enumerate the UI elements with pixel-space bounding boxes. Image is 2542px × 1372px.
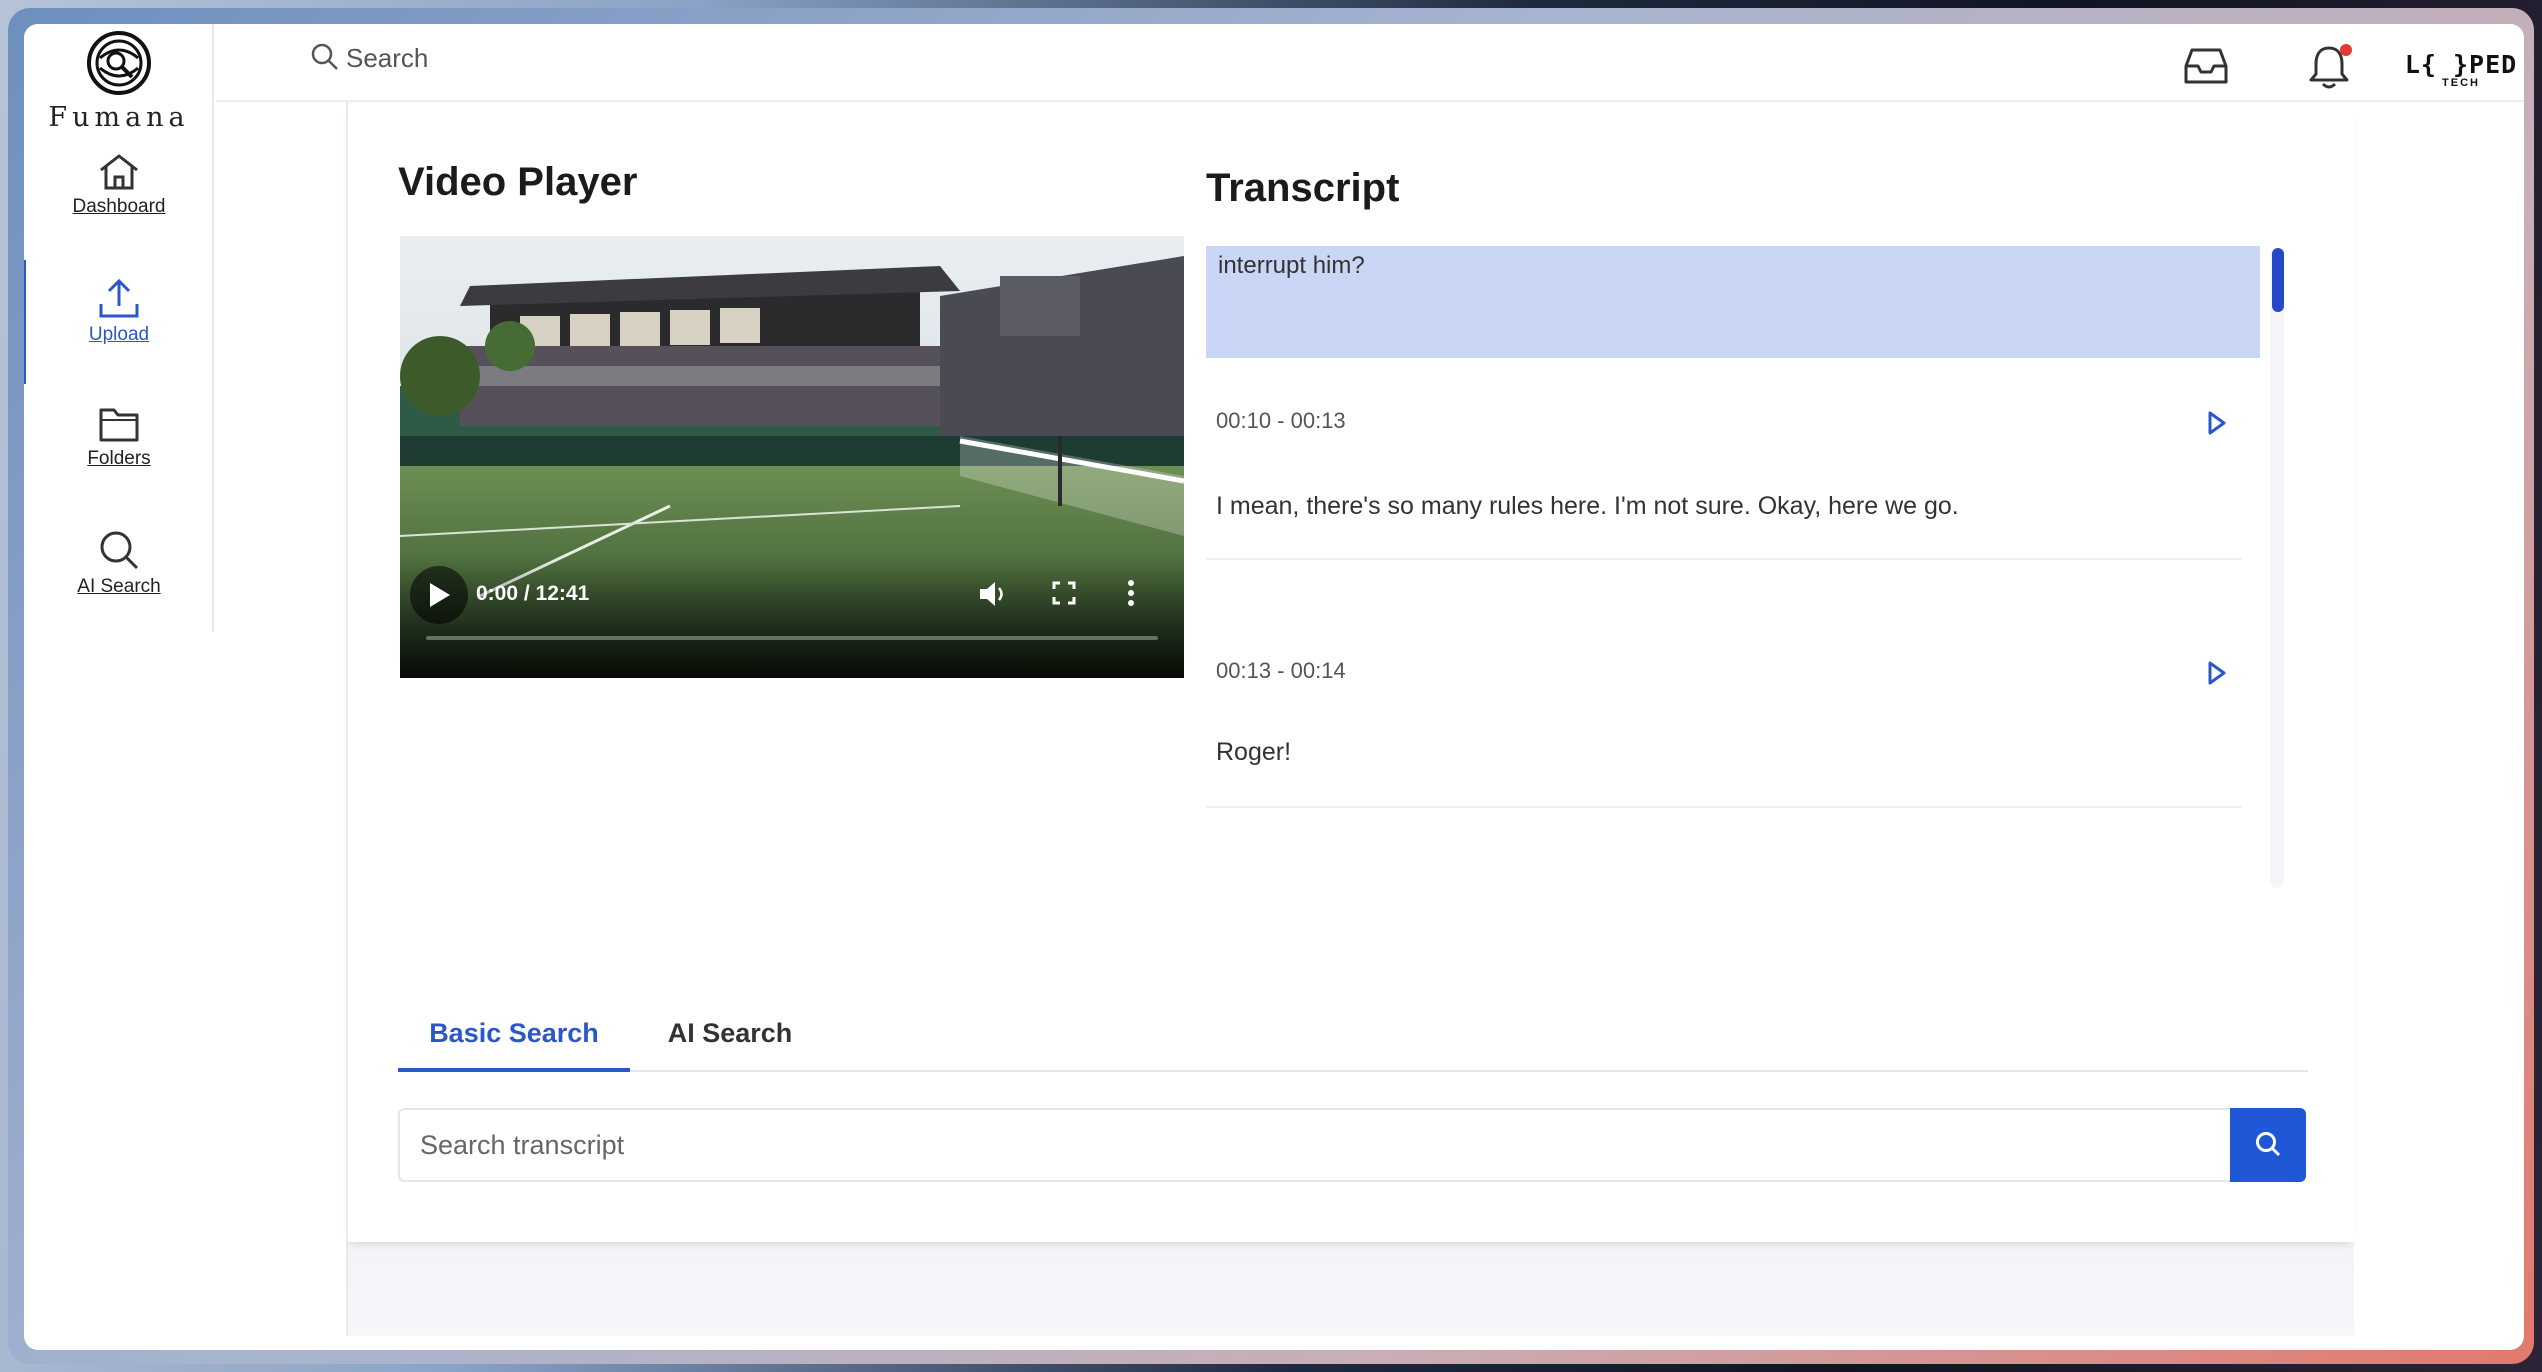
sidebar-item-upload[interactable]: Upload xyxy=(24,260,214,384)
transcript-list[interactable]: interrupt him? 00:10 - 00:13 I mean, the… xyxy=(1206,236,2306,974)
video-time: 0:00 / 12:41 xyxy=(476,582,590,605)
video-player-title: Video Player xyxy=(398,160,638,204)
upload-icon xyxy=(99,278,139,318)
transcript-search-input[interactable] xyxy=(398,1108,2230,1182)
notification-badge xyxy=(2340,44,2352,56)
fumana-logo-icon xyxy=(87,31,151,95)
top-bar: L{ }PED TECH xyxy=(216,24,2524,102)
play-segment-icon[interactable] xyxy=(2206,410,2228,436)
logo-text: Fumana xyxy=(48,102,190,133)
play-button[interactable] xyxy=(410,566,468,624)
brand-logo: L{ }PED TECH xyxy=(2386,50,2524,89)
transcript-scroll-track[interactable] xyxy=(2270,248,2284,888)
transcript-segment-text: I mean, there's so many rules here. I'm … xyxy=(1216,492,1959,520)
sidebar: Fumana Dashboard Upload Folders AI Searc… xyxy=(24,24,214,632)
fullscreen-icon[interactable] xyxy=(1052,581,1076,605)
sidebar-item-ai-search[interactable]: AI Search xyxy=(24,528,214,598)
transcript-segment-time: 00:13 - 00:14 xyxy=(1216,658,1346,683)
search-icon xyxy=(2256,1132,2281,1157)
app-window: Fumana Dashboard Upload Folders AI Searc… xyxy=(24,24,2524,1350)
global-search-input[interactable] xyxy=(346,38,846,78)
transcript-segment-text: Roger! xyxy=(1216,738,1292,766)
play-segment-icon[interactable] xyxy=(2206,660,2228,686)
tab-ai-search[interactable]: AI Search xyxy=(630,1012,830,1072)
app-logo[interactable]: Fumana xyxy=(24,30,214,133)
brand-name: L{ }PED xyxy=(2404,50,2518,79)
play-icon xyxy=(430,583,450,607)
sidebar-item-label: AI Search xyxy=(77,576,161,597)
more-options-icon[interactable] xyxy=(1126,578,1136,608)
sidebar-item-label: Dashboard xyxy=(72,196,166,217)
sidebar-item-dashboard[interactable]: Dashboard xyxy=(24,152,214,218)
transcript-segment[interactable]: 00:10 - 00:13 I mean, there's so many ru… xyxy=(1206,396,2242,560)
sidebar-item-label: Upload xyxy=(88,324,150,345)
transcript-segment-text: interrupt him? xyxy=(1218,252,1365,279)
transcript-segment-time: 00:10 - 00:13 xyxy=(1216,408,1346,433)
volume-icon[interactable] xyxy=(978,580,1008,608)
transcript-segment-active[interactable]: interrupt him? xyxy=(1206,246,2260,358)
search-icon xyxy=(100,531,139,570)
search-icon xyxy=(311,43,338,70)
transcript-title: Transcript xyxy=(1206,166,1400,210)
tab-basic-search[interactable]: Basic Search xyxy=(398,1012,630,1072)
sidebar-item-label: Folders xyxy=(87,448,151,469)
video-controls xyxy=(400,558,1184,678)
transcript-segment[interactable]: 00:13 - 00:14 Roger! xyxy=(1206,644,2242,808)
folder-icon xyxy=(99,408,139,442)
video-player[interactable]: 0:00 / 12:41 xyxy=(400,236,1184,678)
main-content: Video Player 0:00 / 12:41 Transcript int… xyxy=(346,102,2354,1242)
inbox-icon[interactable] xyxy=(2184,46,2228,86)
search-tabs: Basic Search AI Search xyxy=(398,1012,2308,1072)
sidebar-item-folders[interactable]: Folders xyxy=(24,404,214,470)
video-progress-bar[interactable] xyxy=(426,636,1158,640)
transcript-search-button[interactable] xyxy=(2230,1108,2306,1182)
transcript-scrollbar-thumb[interactable] xyxy=(2272,248,2284,312)
home-icon xyxy=(100,154,138,190)
